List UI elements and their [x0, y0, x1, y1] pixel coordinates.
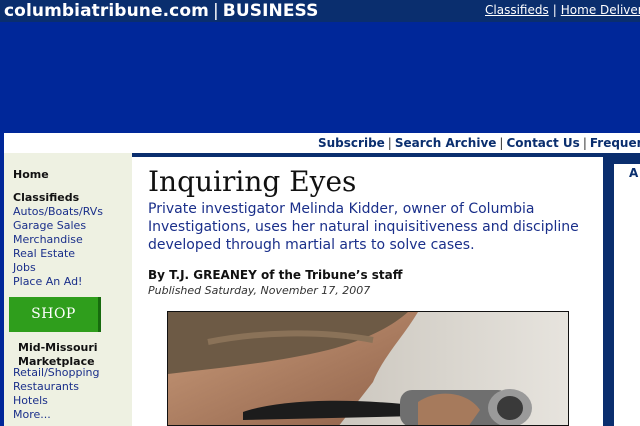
sidebar-item-garage-sales[interactable]: Garage Sales [13, 219, 86, 232]
photo-illustration [168, 312, 568, 425]
title-separator: | [212, 1, 219, 21]
sidebar-item-retail[interactable]: Retail/Shopping [13, 366, 99, 379]
sidebar-item-hotels[interactable]: Hotels [13, 394, 48, 407]
article-headline: Inquiring Eyes [148, 165, 357, 198]
right-box-heading: A [629, 166, 639, 180]
link-separator: | [552, 3, 557, 17]
sidebar-item-more[interactable]: More... [13, 408, 51, 421]
article-byline: By T.J. GREANEY of the Tribune’s staff [148, 268, 403, 282]
top-links: Classifieds| Home Delivery [485, 3, 640, 17]
ad-banner[interactable] [0, 22, 640, 133]
sidebar-item-restaurants[interactable]: Restaurants [13, 380, 79, 393]
sidebar-item-home[interactable]: Home [13, 168, 49, 181]
subscribe-link[interactable]: Subscribe [318, 136, 385, 150]
shop-button[interactable]: SHOP [9, 297, 101, 332]
home-delivery-link[interactable]: Home Delivery [561, 3, 640, 17]
article-photo [167, 311, 569, 426]
contact-us-link[interactable]: Contact Us [506, 136, 579, 150]
section-name: BUSINESS [222, 1, 319, 21]
classifieds-link[interactable]: Classifieds [485, 3, 549, 17]
marketplace-line-1: Mid-Missouri [18, 341, 98, 354]
sidebar-heading-classifieds[interactable]: Classifieds [13, 191, 79, 204]
sidebar-item-place-ad[interactable]: Place An Ad! [13, 275, 82, 288]
search-archive-link[interactable]: Search Archive [395, 136, 497, 150]
site-name[interactable]: columbiatribune.com [4, 1, 209, 21]
sidebar-item-autos[interactable]: Autos/Boats/RVs [13, 205, 103, 218]
sidebar-item-merchandise[interactable]: Merchandise [13, 233, 83, 246]
article-summary: Private investigator Melinda Kidder, own… [148, 201, 579, 253]
right-box [612, 164, 640, 426]
sidebar-item-real-estate[interactable]: Real Estate [13, 247, 75, 260]
marketplace-heading[interactable]: Mid-Missouri Marketplace [18, 341, 98, 369]
faq-link[interactable]: Frequently [590, 136, 640, 150]
utility-links: Subscribe | Search Archive | Contact Us | Freq… [318, 136, 640, 150]
site-title[interactable]: columbiatribune.com | BUSINESS [4, 1, 318, 21]
article-date: Published Saturday, November 17, 2007 [148, 284, 371, 297]
top-bar: columbiatribune.com | BUSINESS Classifieds… [0, 0, 640, 22]
sidebar-item-jobs[interactable]: Jobs [13, 261, 36, 274]
